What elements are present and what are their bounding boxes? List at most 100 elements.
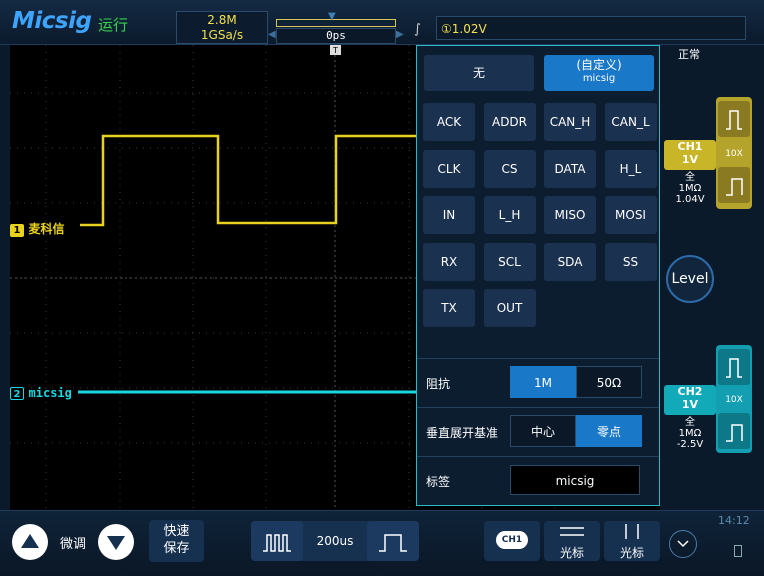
ch2-label-tag[interactable]: 2 micsig	[10, 386, 72, 401]
clock: 14:12	[718, 514, 750, 527]
time-offset-box[interactable]: ▼ ◀ 0ps ▶	[268, 11, 404, 44]
acquisition-box[interactable]: 2.8M 1GSa/s	[176, 11, 268, 44]
preset-data-button[interactable]: DATA	[544, 149, 596, 188]
right-arrow-icon[interactable]: ▶	[396, 29, 404, 40]
ch2-offset: -2.5V	[676, 439, 704, 450]
none-button[interactable]: 无	[424, 55, 534, 91]
timebase-value: 200us	[316, 534, 354, 548]
chevron-down-icon	[677, 540, 689, 548]
impedance-50ohm[interactable]: 50Ω	[576, 366, 642, 398]
impedance-row: 阻抗 1M 50Ω	[417, 358, 659, 407]
ch1-falling-edge-button[interactable]	[718, 167, 750, 203]
ch1-scale: 1V	[681, 153, 699, 166]
battery-icon	[734, 545, 742, 557]
custom-value: micsig	[582, 73, 616, 84]
impedance-label: 阻抗	[426, 377, 451, 391]
preset-l-h-button[interactable]: L_H	[483, 196, 536, 234]
label-menu: 无 (自定义) micsig ACK ADDR CAN_H CAN_L CLK CS DAT…	[416, 45, 660, 506]
fine-up-button[interactable]	[12, 524, 48, 560]
preset-out-button[interactable]: OUT	[483, 289, 536, 327]
sample-rate: 1GSa/s	[200, 28, 244, 42]
ch1-badge[interactable]: CH1 1V	[664, 140, 716, 170]
triangle-up-icon	[21, 534, 39, 548]
custom-button[interactable]: (自定义) micsig	[544, 55, 654, 91]
tag-label: 标签	[426, 475, 451, 489]
ch1-trace	[80, 134, 416, 227]
horizontal-cursor-icon	[560, 527, 584, 536]
preset-tx-button[interactable]: TX	[423, 289, 475, 327]
vertical-cursor-label: 光标	[619, 546, 644, 560]
ch2-label: micsig	[28, 386, 72, 400]
tag-input[interactable]: micsig	[510, 465, 640, 495]
preset-in-button[interactable]: IN	[423, 196, 475, 234]
left-arrow-icon[interactable]: ◀	[268, 29, 276, 40]
vertical-ref-label: 垂直展开基准	[426, 426, 499, 440]
more-button[interactable]	[669, 530, 697, 558]
oscilloscope-ui: Micsig 运行 2.8M 1GSa/s ▼ ◀ 0ps ▶ ∫ ①1.02V	[0, 0, 764, 576]
ch1-probe[interactable]: 10X	[716, 149, 752, 159]
pulse-icon	[726, 358, 742, 378]
vertical-cursor-button[interactable]: 光标	[604, 521, 660, 561]
trigger-time-marker: T	[330, 45, 341, 55]
ch1-bandwidth: 全	[685, 172, 695, 183]
horizontal-cursor-label: 光标	[559, 546, 584, 560]
ch1-name: CH1	[677, 140, 703, 153]
trigger-level-display[interactable]: ①1.02V	[436, 16, 746, 40]
ch1-rising-edge-button[interactable]	[718, 101, 750, 137]
ch2-badge[interactable]: CH2 1V	[664, 385, 716, 415]
timebase-faster-button[interactable]	[251, 521, 303, 561]
fine-label: 微调	[60, 537, 87, 552]
fine-down-button[interactable]	[98, 524, 134, 560]
run-status[interactable]: 运行	[98, 14, 128, 35]
ch1-selector-icon: CH1	[496, 531, 528, 549]
vertical-cursor-icon	[625, 524, 639, 539]
channel-select-button[interactable]: CH1	[484, 521, 540, 561]
ch2-scale: 1V	[681, 398, 699, 411]
preset-can-l-button[interactable]: CAN_L	[604, 103, 657, 141]
trigger-slope-icon[interactable]: ∫	[414, 22, 421, 37]
preset-ss-button[interactable]: SS	[604, 242, 657, 281]
ch2-bandwidth: 全	[685, 417, 695, 428]
preset-can-h-button[interactable]: CAN_H	[544, 103, 596, 141]
ch1-marker: 1	[10, 224, 24, 237]
ch2-name: CH2	[677, 385, 703, 398]
preset-miso-button[interactable]: MISO	[544, 196, 596, 234]
level-knob[interactable]: Level	[666, 255, 714, 303]
quick-save-button[interactable]: 快速 保存	[149, 520, 204, 562]
brand-logo: Micsig	[12, 8, 92, 34]
ch1-offset: 1.04V	[675, 194, 705, 205]
step-icon	[726, 178, 743, 196]
svg-text:T: T	[332, 46, 338, 55]
ch2-probe[interactable]: 10X	[716, 395, 752, 405]
quick-save-line1: 快速	[163, 524, 190, 539]
preset-clk-button[interactable]: CLK	[423, 149, 475, 188]
vertical-ref-row: 垂直展开基准 中心 零点	[417, 407, 659, 456]
preset-ack-button[interactable]: ACK	[423, 103, 475, 141]
ch1-label: 麦科信	[28, 222, 65, 236]
quick-save-line2: 保存	[163, 541, 190, 556]
preset-cs-button[interactable]: CS	[483, 149, 536, 188]
pulse-train-icon	[263, 534, 291, 552]
step-icon	[726, 424, 743, 442]
horizontal-cursor-button[interactable]: 光标	[544, 521, 600, 561]
vertical-ref-center[interactable]: 中心	[510, 415, 576, 447]
ch1-label-tag[interactable]: 1 麦科信	[10, 220, 65, 237]
preset-rx-button[interactable]: RX	[423, 242, 475, 281]
preset-addr-button[interactable]: ADDR	[483, 103, 536, 141]
ch2-rising-edge-button[interactable]	[718, 349, 750, 385]
ch2-falling-edge-button[interactable]	[718, 413, 750, 449]
pulse-icon	[726, 110, 742, 130]
custom-title: (自定义)	[576, 58, 622, 72]
preset-sda-button[interactable]: SDA	[544, 242, 596, 281]
time-offset-value: 0ps	[276, 28, 396, 44]
preset-scl-button[interactable]: SCL	[483, 242, 536, 281]
preset-mosi-button[interactable]: MOSI	[604, 196, 657, 234]
trigger-status: 正常	[678, 48, 700, 61]
ch1-info: 全 1MΩ 1.04V	[664, 172, 716, 205]
timebase-control: 200us	[251, 521, 419, 561]
timebase-slower-button[interactable]	[367, 521, 419, 561]
preset-h-l-button[interactable]: H_L	[604, 149, 657, 188]
ch2-info: 全 1MΩ -2.5V	[664, 417, 716, 450]
impedance-1m[interactable]: 1M	[510, 366, 576, 398]
vertical-ref-zero[interactable]: 零点	[576, 415, 642, 447]
